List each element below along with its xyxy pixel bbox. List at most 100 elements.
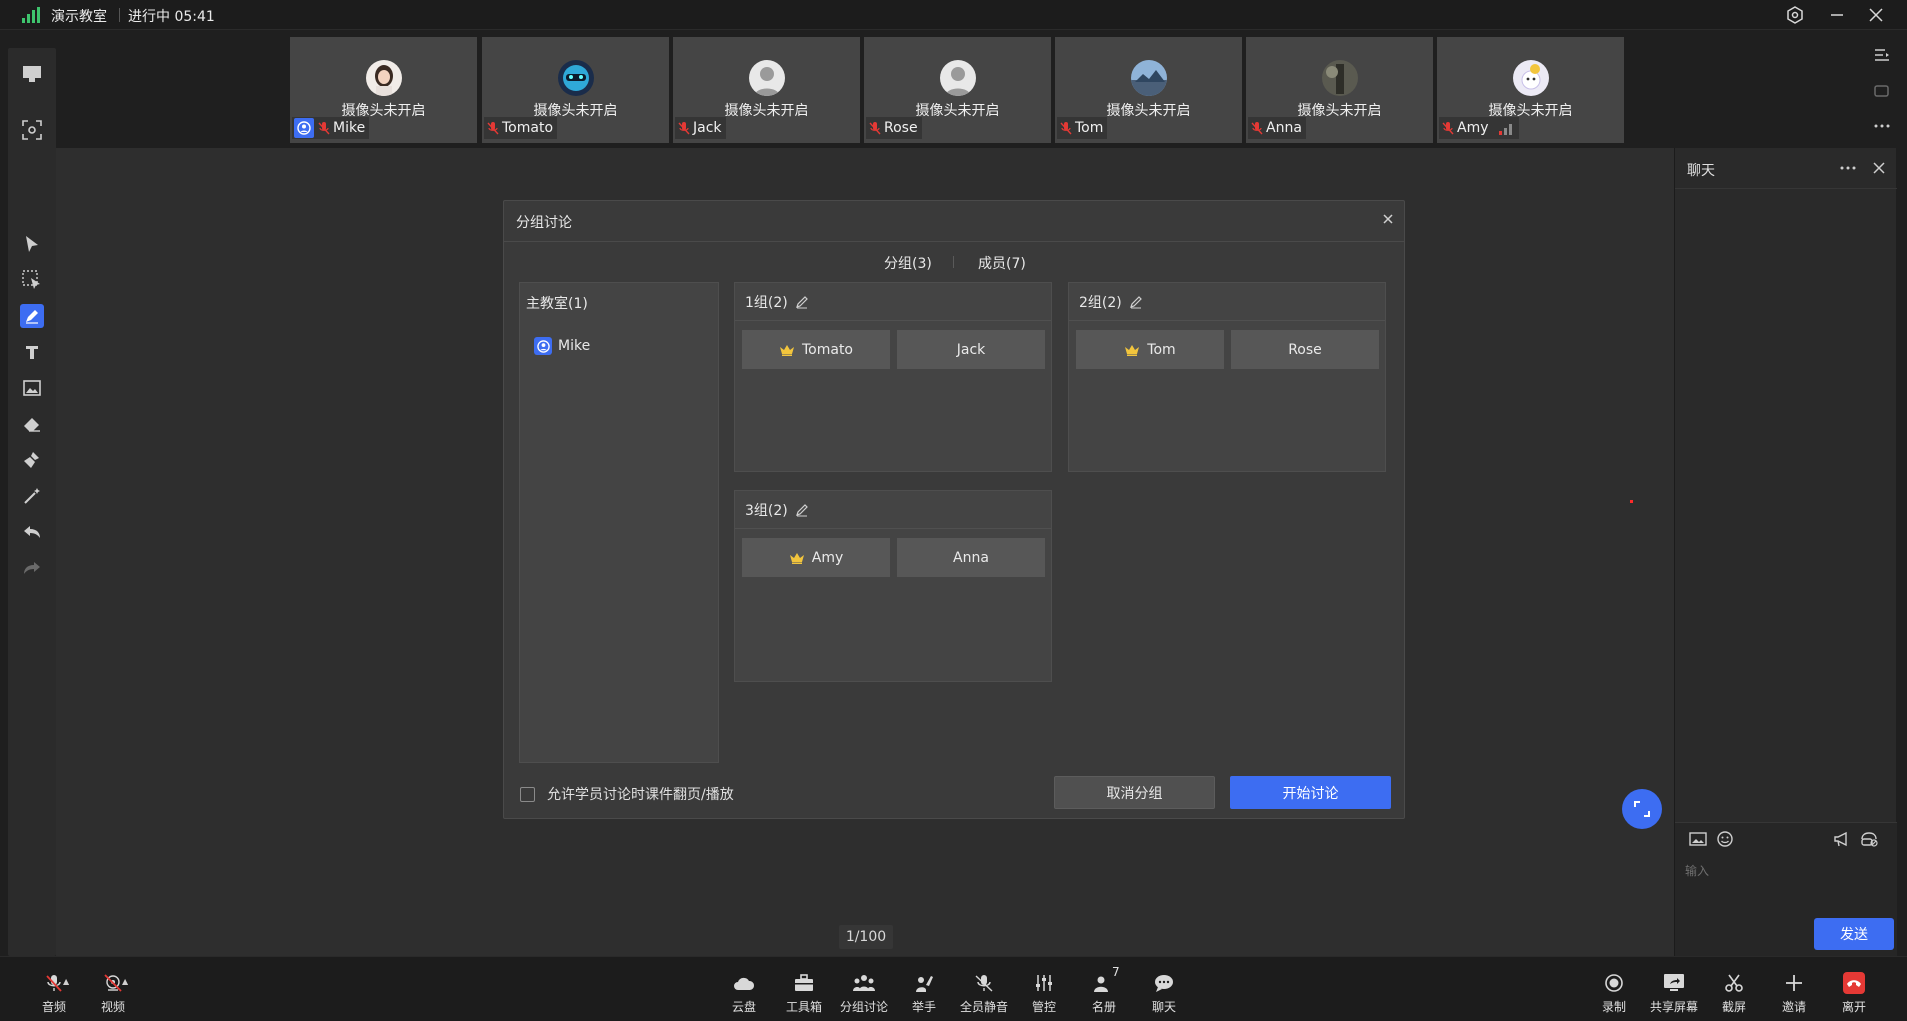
participant-name: Tom (1075, 120, 1104, 136)
group-title: 3组(2) (745, 502, 788, 519)
settings-hex-icon[interactable] (1784, 4, 1806, 26)
send-image-icon[interactable] (1689, 831, 1707, 847)
dialog-close-icon[interactable] (1380, 211, 1396, 227)
tab-groups[interactable]: 分组(3) (884, 253, 932, 273)
breakout-button[interactable]: 分组讨论 (831, 971, 897, 1019)
member-name: Anna (953, 549, 989, 566)
audio-options-caret-icon[interactable]: ▲ (63, 977, 69, 986)
raise-hand-icon (912, 971, 936, 995)
signal-icon (22, 7, 40, 23)
clear-brush-icon[interactable] (20, 448, 44, 472)
mic-off-icon (678, 122, 690, 135)
mute-all-button[interactable]: 全员静音 (951, 971, 1017, 1019)
button-label: 全员静音 (959, 1000, 1008, 1014)
tab-members[interactable]: 成员(7) (978, 253, 1026, 273)
chat-title: 聊天 (1687, 163, 1715, 179)
text-tool-icon[interactable] (20, 340, 44, 364)
undo-icon[interactable] (20, 520, 44, 544)
fullscreen-button[interactable] (1622, 789, 1662, 829)
page-counter: 1/100 (839, 925, 893, 949)
cancel-grouping-button[interactable]: 取消分组 (1054, 776, 1215, 809)
controls-button[interactable]: 管控 (1011, 971, 1077, 1019)
image-tool-icon[interactable] (20, 376, 44, 400)
allow-checkbox[interactable] (520, 786, 535, 802)
group-member[interactable]: Amy (742, 538, 890, 577)
chat-button[interactable]: 聊天 (1131, 971, 1197, 1019)
box-select-icon[interactable] (20, 268, 44, 292)
group-member[interactable]: Tomato (742, 330, 890, 369)
start-discussion-button[interactable]: 开始讨论 (1230, 776, 1391, 809)
video-tile-tom[interactable]: 摄像头未开启 Tom (1055, 37, 1242, 143)
eraser-icon[interactable] (20, 412, 44, 436)
button-label: 聊天 (1151, 1000, 1176, 1014)
more-icon[interactable] (1872, 116, 1892, 136)
mute-chat-icon[interactable] (1860, 830, 1878, 848)
name-badge: Anna (1248, 117, 1306, 139)
leave-button[interactable]: 离开 (1821, 971, 1887, 1019)
allow-page-turn-option[interactable]: 允许学员讨论时课件翻页/播放 (520, 784, 734, 804)
video-tile-tomato[interactable]: 摄像头未开启 Tomato (482, 37, 669, 143)
edit-icon[interactable] (1129, 295, 1143, 309)
roster-button[interactable]: 7 名册 (1071, 965, 1137, 1019)
audio-button[interactable]: 音频 ▲ (21, 971, 87, 1019)
dialog-header-divider (504, 241, 1404, 242)
share-screen-button[interactable]: 共享屏幕 (1641, 971, 1707, 1019)
video-button[interactable]: 视频 ▲ (80, 971, 146, 1019)
group-member[interactable]: Jack (897, 330, 1045, 369)
emoji-icon[interactable] (1716, 830, 1734, 848)
video-tile-amy[interactable]: 摄像头未开启 Amy (1437, 37, 1624, 143)
button-label: 截屏 (1721, 1000, 1746, 1014)
video-tile-mike[interactable]: 摄像头未开启 Mike (290, 37, 477, 143)
button-label: 录制 (1601, 1000, 1626, 1014)
courseware-icon[interactable] (20, 62, 44, 86)
crown-icon (1125, 344, 1140, 356)
invite-button[interactable]: 邀请 (1761, 971, 1827, 1019)
group-member[interactable]: Rose (1231, 330, 1379, 369)
roster-count-badge: 7 (1112, 965, 1120, 979)
edit-icon[interactable] (795, 503, 809, 517)
member-name: Rose (1288, 341, 1322, 358)
avatar (1322, 60, 1358, 96)
main-room-member[interactable]: Mike (534, 337, 590, 355)
avatar (1131, 60, 1167, 96)
switch-layout-icon[interactable] (1872, 81, 1892, 101)
group-panel-2: 2组(2) Tom Rose (1068, 282, 1386, 472)
name-badge: Mike (292, 117, 370, 139)
video-tile-anna[interactable]: 摄像头未开启 Anna (1246, 37, 1433, 143)
minimize-icon[interactable] (1826, 4, 1848, 26)
video-tile-rose[interactable]: 摄像头未开启 Rose (864, 37, 1051, 143)
announcement-icon[interactable] (1833, 830, 1851, 848)
allow-label: 允许学员讨论时课件翻页/播放 (547, 787, 734, 803)
group-member[interactable]: Anna (897, 538, 1045, 577)
screen-capture-icon[interactable] (20, 118, 44, 142)
participant-name: Jack (693, 120, 722, 136)
collapse-list-icon[interactable] (1872, 45, 1892, 65)
close-window-icon[interactable] (1865, 4, 1887, 26)
fullscreen-icon (1634, 801, 1650, 817)
select-pointer-icon[interactable] (20, 232, 44, 256)
chat-more-icon[interactable] (1839, 160, 1857, 176)
group-member[interactable]: Tom (1076, 330, 1224, 369)
chat-close-icon[interactable] (1871, 160, 1887, 176)
redo-icon[interactable] (20, 556, 44, 580)
pen-icon[interactable] (20, 304, 44, 328)
cloud-drive-button[interactable]: 云盘 (711, 971, 777, 1019)
video-options-caret-icon[interactable]: ▲ (122, 977, 128, 986)
member-name: Jack (956, 341, 986, 358)
button-label: 管控 (1031, 1000, 1056, 1014)
video-tile-jack[interactable]: 摄像头未开启 Jack (673, 37, 860, 143)
edit-icon[interactable] (795, 295, 809, 309)
record-button[interactable]: 录制 (1581, 971, 1647, 1019)
send-button[interactable]: 发送 (1814, 918, 1894, 950)
group-header: 1组(2) (735, 283, 1051, 321)
toolbox-button[interactable]: 工具箱 (771, 971, 837, 1019)
title-divider (119, 8, 120, 22)
magic-wand-icon[interactable] (20, 484, 44, 508)
mic-off-icon (1251, 122, 1263, 135)
raise-hand-button[interactable]: 举手 (891, 971, 957, 1019)
mute-all-icon (972, 971, 996, 995)
group-title: 2组(2) (1079, 294, 1122, 311)
button-label: 工具箱 (785, 1000, 822, 1014)
screenshot-button[interactable]: 截屏 (1701, 971, 1767, 1019)
invite-icon (1782, 971, 1806, 995)
